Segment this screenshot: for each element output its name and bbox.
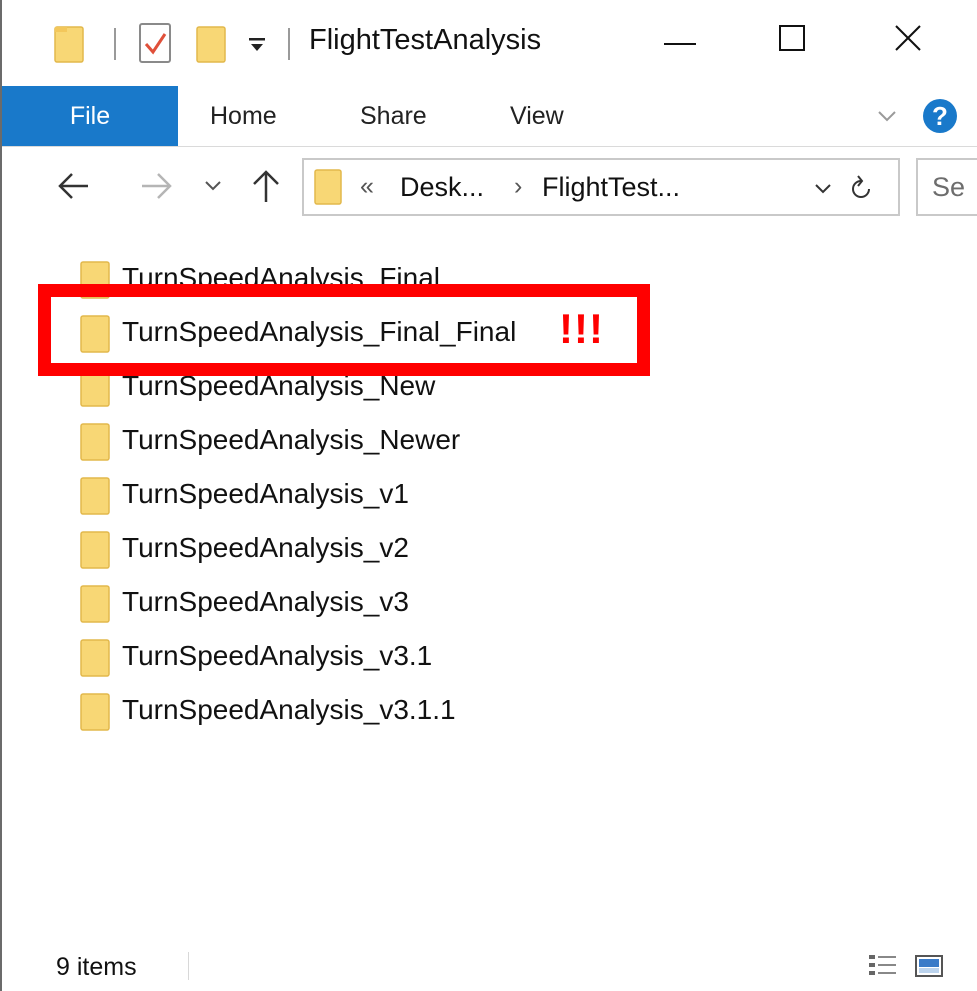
file-name: TurnSpeedAnalysis_v3.1	[122, 640, 433, 671]
list-item[interactable]: TurnSpeedAnalysis_v1	[80, 472, 680, 522]
maximize-icon	[779, 25, 805, 51]
dropdown-icon[interactable]	[247, 36, 267, 54]
folder-icon	[80, 422, 110, 462]
maximize-button[interactable]	[754, 16, 834, 76]
address-dropdown-icon[interactable]	[812, 178, 834, 200]
folder-icon	[80, 584, 110, 624]
list-item[interactable]: TurnSpeedAnalysis_Final	[80, 256, 680, 306]
status-separator	[188, 952, 189, 980]
breadcrumb-flighttest[interactable]: FlightTest...	[542, 172, 680, 203]
back-arrow-icon	[58, 173, 88, 199]
explorer-window: FlightTestAnalysis File Home Share View …	[0, 0, 977, 991]
forward-button[interactable]	[136, 164, 176, 208]
tab-file[interactable]: File	[2, 86, 178, 146]
tab-home[interactable]: Home	[210, 86, 277, 146]
list-item[interactable]: TurnSpeedAnalysis_New	[80, 364, 680, 414]
tab-share[interactable]: Share	[360, 86, 427, 146]
file-name: TurnSpeedAnalysis_v3.1.1	[122, 694, 456, 725]
breadcrumb-desktop[interactable]: Desk...	[400, 172, 484, 203]
list-item[interactable]: TurnSpeedAnalysis_v3.1	[80, 634, 680, 684]
item-count: 9 items	[56, 953, 137, 981]
refresh-icon[interactable]	[848, 173, 874, 203]
expand-ribbon-icon[interactable]	[875, 103, 899, 132]
breadcrumb-separator[interactable]: ›	[514, 172, 522, 201]
help-icon[interactable]: ?	[923, 99, 957, 133]
details-view-icon[interactable]	[868, 953, 898, 984]
search-box[interactable]: Se	[916, 158, 977, 216]
file-name: TurnSpeedAnalysis_v2	[122, 532, 409, 563]
folder-icon	[80, 368, 110, 408]
search-placeholder: Se	[932, 172, 966, 202]
navigation-bar: « Desk... › FlightTest... Se	[2, 146, 977, 230]
folder-icon	[54, 24, 84, 64]
close-button[interactable]	[868, 16, 948, 76]
folder-icon	[80, 476, 110, 516]
tab-view[interactable]: View	[510, 86, 564, 146]
recent-locations-button[interactable]	[198, 164, 238, 208]
file-name: TurnSpeedAnalysis_Newer	[122, 424, 461, 455]
folder-icon	[314, 168, 342, 206]
folder-icon	[80, 530, 110, 570]
up-arrow-icon	[253, 170, 279, 202]
properties-icon[interactable]	[138, 22, 174, 64]
list-item[interactable]: TurnSpeedAnalysis_v3	[80, 580, 680, 630]
folder-icon	[80, 692, 110, 732]
file-name: TurnSpeedAnalysis_v1	[122, 478, 409, 509]
ribbon: File Home Share View ?	[2, 86, 977, 147]
large-icons-view-icon[interactable]	[914, 953, 944, 984]
minimize-button[interactable]	[640, 16, 720, 76]
file-list: TurnSpeedAnalysis_Final TurnSpeedAnalysi…	[2, 230, 977, 940]
address-bar[interactable]: « Desk... › FlightTest...	[302, 158, 900, 216]
status-bar: 9 items	[2, 940, 977, 991]
recent-chevron-icon	[205, 181, 221, 191]
minimize-icon	[664, 43, 696, 45]
back-button[interactable]	[54, 164, 94, 208]
file-name: TurnSpeedAnalysis_Final_Final	[122, 316, 517, 347]
folder-icon	[80, 260, 110, 300]
list-item[interactable]: TurnSpeedAnalysis_v2	[80, 526, 680, 576]
forward-arrow-icon	[142, 173, 172, 199]
exclamation-annotation: !!!	[559, 305, 604, 352]
file-name: TurnSpeedAnalysis_v3	[122, 586, 409, 617]
up-button[interactable]	[246, 164, 286, 208]
list-item[interactable]: TurnSpeedAnalysis_Newer	[80, 418, 680, 468]
overflow-crumb[interactable]: «	[360, 172, 374, 201]
window-title: FlightTestAnalysis	[309, 24, 542, 56]
file-name: TurnSpeedAnalysis_New	[122, 370, 436, 401]
folder-icon	[80, 314, 110, 354]
new-folder-icon[interactable]	[196, 24, 226, 64]
title-bar: FlightTestAnalysis	[2, 0, 977, 86]
close-icon	[895, 25, 921, 51]
list-item[interactable]: TurnSpeedAnalysis_v3.1.1	[80, 688, 680, 738]
quick-access-separator	[114, 28, 116, 60]
title-separator	[288, 28, 290, 60]
file-name: TurnSpeedAnalysis_Final	[122, 262, 441, 293]
folder-icon	[80, 638, 110, 678]
